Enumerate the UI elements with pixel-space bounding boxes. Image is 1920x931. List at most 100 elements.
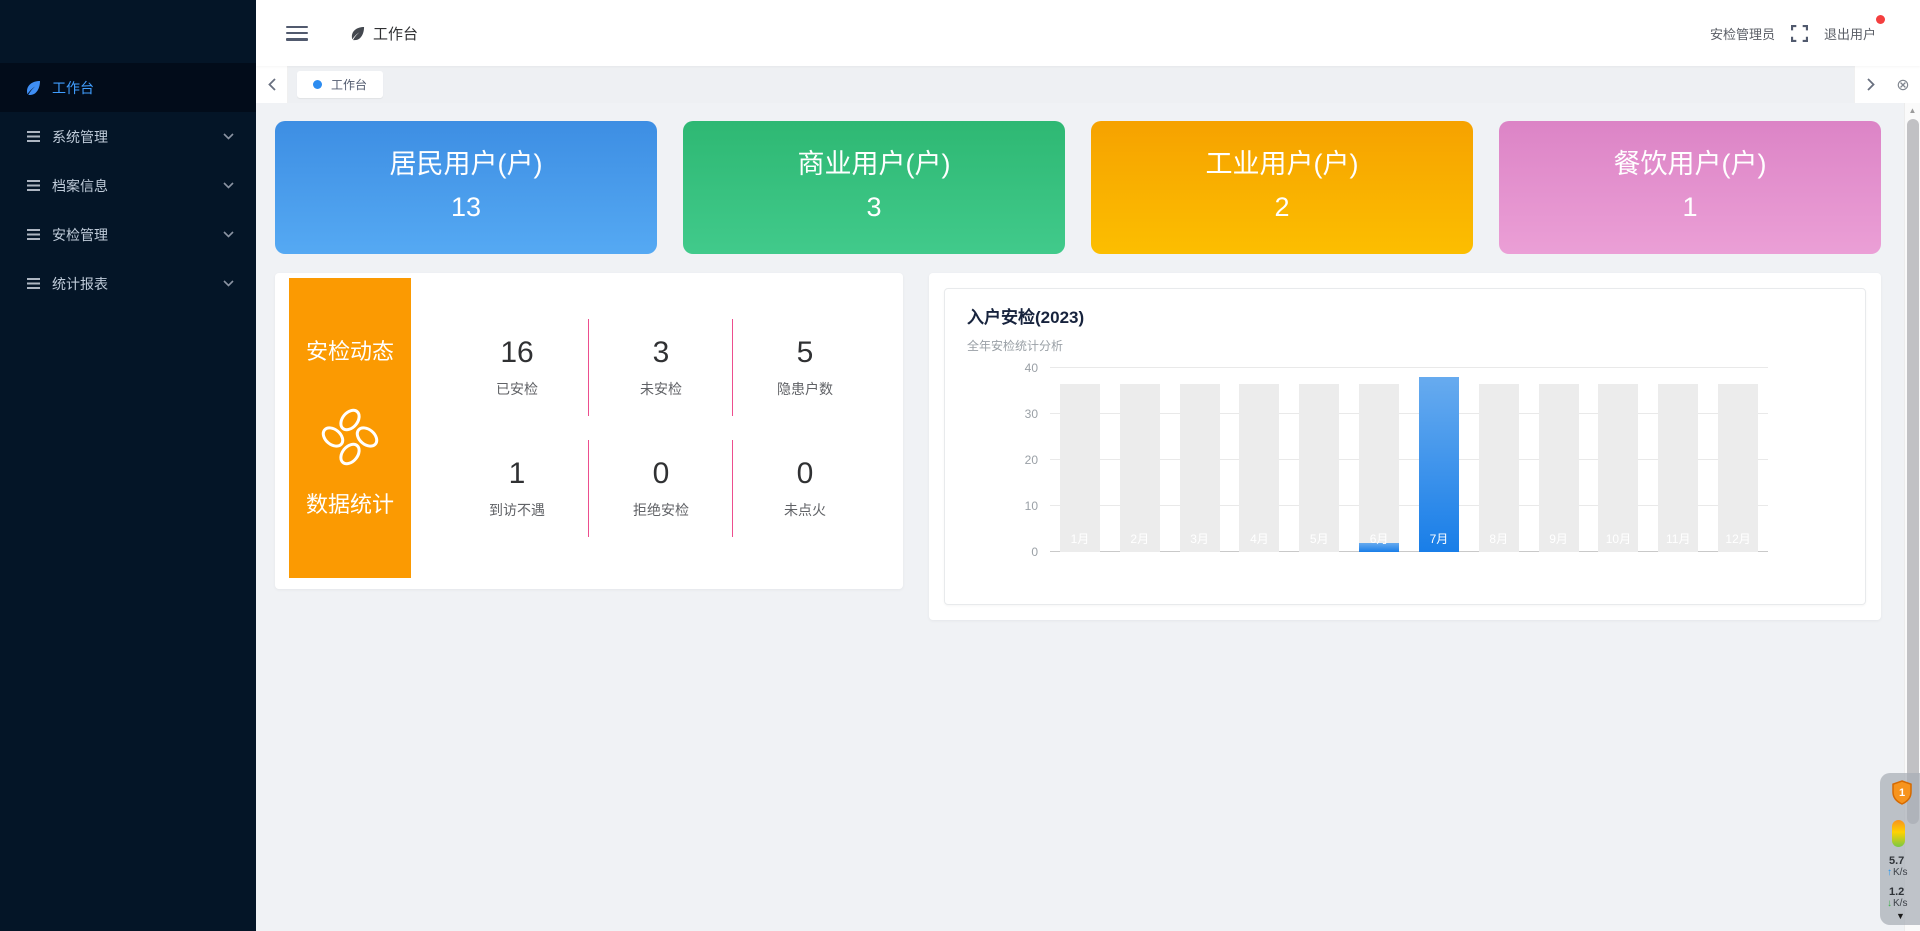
down-arrow-icon: ↓ <box>1887 898 1892 909</box>
menu-lines-icon <box>25 276 41 292</box>
chevron-down-icon <box>223 231 234 238</box>
logout-button[interactable]: 退出用户 <box>1824 24 1876 43</box>
sidebar-item-system[interactable]: 系统管理 <box>0 112 256 161</box>
sidebar-item-archives[interactable]: 档案信息 <box>0 161 256 210</box>
chart-bar-6月: 6月 <box>1349 368 1409 552</box>
sidebar-item-inspection[interactable]: 安检管理 <box>0 210 256 259</box>
chart-bar-12月: 12月 <box>1708 368 1768 552</box>
bar-background <box>1598 384 1638 552</box>
stat-value: 0 <box>797 457 814 491</box>
stat-card-value: 13 <box>275 192 657 223</box>
chart-bar-1月: 1月 <box>1050 368 1110 552</box>
stat-label: 未安检 <box>640 379 682 399</box>
chart-bar-11月: 11月 <box>1648 368 1708 552</box>
shield-badge-icon: 1 <box>1890 780 1914 805</box>
dynamics-title-block: 安检动态 数据统计 <box>289 278 411 578</box>
y-axis-tick: 30 <box>1025 407 1038 421</box>
stat-card-catering[interactable]: 餐饮用户(户) 1 <box>1499 121 1881 254</box>
stat-card-value: 1 <box>1499 192 1881 223</box>
stat-card-commercial[interactable]: 商业用户(户) 3 <box>683 121 1065 254</box>
y-axis-tick: 40 <box>1025 361 1038 375</box>
scrollbar-thumb[interactable] <box>1907 119 1919 824</box>
stat-card-value: 3 <box>683 192 1065 223</box>
menu-lines-icon <box>25 227 41 243</box>
stat-label: 隐患户数 <box>777 379 833 399</box>
dynamics-title-bottom: 数据统计 <box>306 487 394 519</box>
header: 工作台 安检管理员 退出用户 <box>256 0 1920 66</box>
tab-scroll-left-button[interactable] <box>256 66 288 103</box>
chart-plot: 0102030401月2月3月4月5月6月7月8月9月10月11月12月 <box>1050 368 1768 552</box>
dynamics-title-top: 安检动态 <box>306 334 394 366</box>
bar-background <box>1359 384 1399 552</box>
download-speed-value: 1.2 <box>1889 886 1904 898</box>
bar-background <box>1120 384 1160 552</box>
stat-visit-missed: 1 到访不遇 <box>445 428 589 549</box>
tab-label: 工作台 <box>331 76 367 93</box>
y-axis-tick: 20 <box>1025 453 1038 467</box>
main-area: 工作台 安检管理员 退出用户 工作台 ⊗ <box>256 0 1920 931</box>
speed-gauge-bar <box>1892 820 1905 847</box>
stat-card-label: 餐饮用户(户) <box>1499 142 1881 181</box>
bar-background <box>1718 384 1758 552</box>
menu-lines-icon <box>25 129 41 145</box>
chart-bar-9月: 9月 <box>1529 368 1589 552</box>
tab-scroll-right-button[interactable] <box>1854 66 1886 103</box>
scrollbar-up-arrow[interactable]: ▲ <box>1905 103 1920 118</box>
x-axis-label: 4月 <box>1230 530 1290 547</box>
tab-workbench[interactable]: 工作台 <box>297 71 383 98</box>
x-axis-label: 2月 <box>1110 530 1170 547</box>
sidebar-item-workbench[interactable]: 工作台 <box>0 63 256 112</box>
stat-not-ignited: 0 未点火 <box>733 428 877 549</box>
x-axis-label: 12月 <box>1708 530 1768 547</box>
fullscreen-icon[interactable] <box>1791 25 1808 42</box>
net-monitor-widget[interactable]: 1 5.7 ↑K/s 1.2 ↓K/s ▼ <box>1880 773 1920 925</box>
logout-label: 退出用户 <box>1824 24 1876 43</box>
leaf-icon <box>350 26 365 41</box>
x-axis-label: 11月 <box>1648 530 1708 547</box>
upload-speed-value: 5.7 <box>1889 855 1904 867</box>
stat-card-value: 2 <box>1091 192 1473 223</box>
x-axis-label: 1月 <box>1050 530 1110 547</box>
sidebar-item-label: 安检管理 <box>52 225 108 245</box>
sidebar-item-label: 工作台 <box>52 78 94 98</box>
stat-label: 已安检 <box>496 379 538 399</box>
collapse-triangle-icon[interactable]: ▼ <box>1896 911 1905 921</box>
y-axis-tick: 0 <box>1031 545 1038 559</box>
bar-background <box>1060 384 1100 552</box>
chevron-down-icon <box>223 133 234 140</box>
yearly-inspection-panel: 入户安检(2023) 全年安检统计分析 0102030401月2月3月4月5月6… <box>929 273 1881 620</box>
chart-bar-4月: 4月 <box>1230 368 1290 552</box>
leaf-icon <box>25 80 41 96</box>
chart-title: 入户安检(2023) <box>967 303 1845 328</box>
stat-cards-row: 居民用户(户) 13 商业用户(户) 3 工业用户(户) 2 餐饮用户(户) 1 <box>275 121 1881 254</box>
header-right: 安检管理员 退出用户 <box>1710 24 1876 43</box>
up-arrow-icon: ↑ <box>1887 867 1892 878</box>
y-axis-tick: 10 <box>1025 499 1038 513</box>
x-axis-label: 5月 <box>1289 530 1349 547</box>
stat-card-label: 商业用户(户) <box>683 142 1065 181</box>
stat-card-label: 工业用户(户) <box>1091 142 1473 181</box>
menu-lines-icon <box>25 178 41 194</box>
stat-card-resident[interactable]: 居民用户(户) 13 <box>275 121 657 254</box>
stat-card-industrial[interactable]: 工业用户(户) 2 <box>1091 121 1473 254</box>
x-axis-label: 9月 <box>1529 530 1589 547</box>
chart-subtitle: 全年安检统计分析 <box>967 337 1845 354</box>
bar-background <box>1539 384 1579 552</box>
chart-card: 入户安检(2023) 全年安检统计分析 0102030401月2月3月4月5月6… <box>944 288 1866 605</box>
stat-card-label: 居民用户(户) <box>275 142 657 181</box>
chart-bar-7月: 7月 <box>1409 368 1469 552</box>
content: 居民用户(户) 13 商业用户(户) 3 工业用户(户) 2 餐饮用户(户) 1… <box>256 103 1920 931</box>
sidebar-item-reports[interactable]: 统计报表 <box>0 259 256 308</box>
sidebar-collapse-button[interactable] <box>286 26 308 41</box>
stat-inspected: 16 已安检 <box>445 307 589 428</box>
tab-active-dot <box>313 80 322 89</box>
bar-background <box>1239 384 1279 552</box>
upload-speed-unit: ↑K/s <box>1887 867 1907 878</box>
chevron-down-icon <box>223 280 234 287</box>
stat-value: 0 <box>653 457 670 491</box>
chart-bar-10月: 10月 <box>1589 368 1649 552</box>
tab-bar: 工作台 ⊗ <box>256 66 1920 103</box>
close-circle-icon[interactable]: ⊗ <box>1886 66 1920 103</box>
stat-value: 1 <box>509 457 526 491</box>
stat-value: 3 <box>653 336 670 370</box>
